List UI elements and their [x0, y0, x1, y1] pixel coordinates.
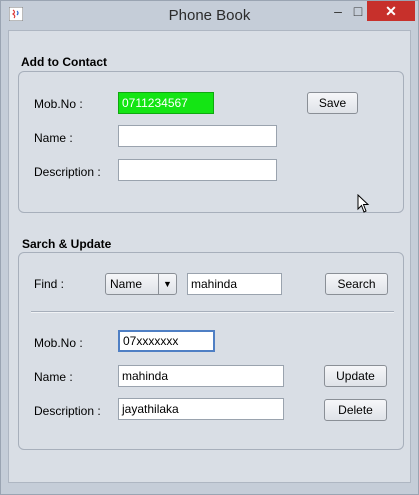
update-mob-field[interactable]: 07xxxxxxx	[118, 330, 215, 352]
search-button[interactable]: Search	[325, 273, 388, 295]
mouse-pointer-icon	[357, 194, 370, 213]
close-button[interactable]: ✕	[367, 1, 415, 21]
update-name-field[interactable]: mahinda	[118, 365, 284, 387]
add-mob-field[interactable]: 0711234567	[118, 92, 214, 114]
add-mob-label: Mob.No :	[34, 97, 83, 111]
search-update-heading: Sarch & Update	[22, 237, 112, 251]
add-contact-heading: Add to Contact	[21, 55, 107, 69]
find-input[interactable]: mahinda	[187, 273, 282, 295]
add-description-field[interactable]	[118, 159, 277, 181]
add-contact-panel: Mob.No : 0711234567 Save Name : Descript…	[18, 71, 404, 213]
search-update-panel: Find : Name ▼ mahinda Search Mob.No : 07…	[18, 252, 404, 450]
divider	[31, 311, 394, 313]
update-name-label: Name :	[34, 370, 73, 384]
update-description-field[interactable]: jayathilaka	[118, 398, 284, 420]
delete-button[interactable]: Delete	[324, 399, 387, 421]
add-name-field[interactable]	[118, 125, 277, 147]
add-description-label: Description :	[34, 165, 101, 179]
phone-book-window: Phone Book – □ ✕ Add to Contact Mob.No :…	[0, 0, 419, 495]
chevron-down-icon[interactable]: ▼	[158, 274, 176, 294]
update-button[interactable]: Update	[324, 365, 387, 387]
add-name-label: Name :	[34, 131, 73, 145]
find-selected-value: Name	[110, 277, 143, 291]
update-description-label: Description :	[34, 404, 101, 418]
find-select[interactable]: Name ▼	[105, 273, 177, 295]
save-button[interactable]: Save	[307, 92, 358, 114]
title-bar[interactable]: Phone Book – □ ✕	[1, 1, 418, 29]
find-label: Find :	[34, 277, 65, 291]
update-mob-label: Mob.No :	[34, 336, 83, 350]
client-area: Add to Contact Mob.No : 0711234567 Save …	[8, 30, 411, 483]
